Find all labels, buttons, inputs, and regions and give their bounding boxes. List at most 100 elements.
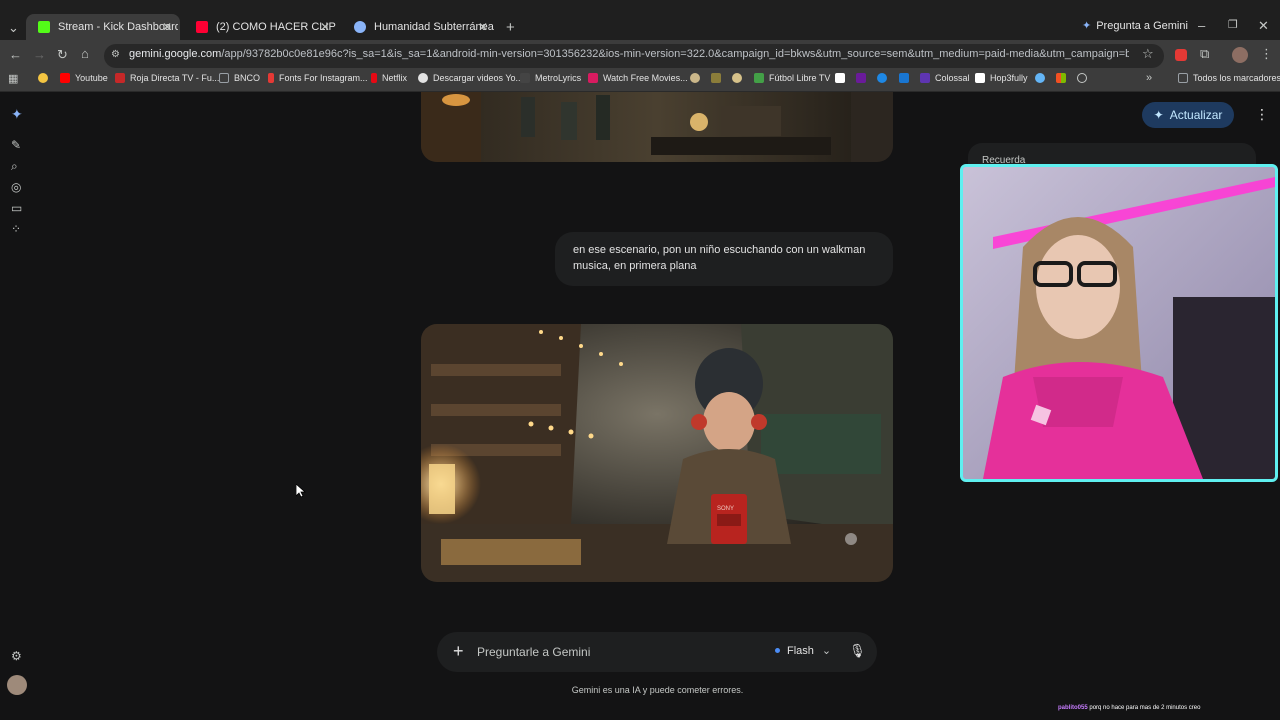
bookmark-label: Netflix (382, 73, 408, 83)
bookmark-label: Todos los marcadores (1193, 73, 1280, 83)
gemini-logo-icon[interactable]: ✦ (11, 106, 23, 123)
all-bookmarks[interactable]: Todos los marcadores (1178, 73, 1280, 83)
bookmark-watch-free[interactable]: Watch Free Movies... (588, 73, 688, 83)
bookmark-label: Watch Free Movies... (603, 73, 688, 83)
generated-image-previous[interactable] (421, 92, 893, 162)
microphone-icon[interactable]: 🎙 (849, 643, 866, 659)
profile-avatar[interactable] (1232, 47, 1248, 63)
bookmark-bnco[interactable]: BNCO (219, 73, 260, 83)
bookmark[interactable] (1077, 73, 1092, 83)
menu-icon[interactable]: ⋮ (1260, 46, 1273, 62)
search-icon[interactable]: ⌕ (11, 159, 18, 174)
tab-title: Stream - Kick Dashboard (58, 21, 178, 33)
bookmark-fonts[interactable]: Fonts For Instagram... (268, 73, 368, 83)
window-close-icon[interactable]: ✕ (1258, 18, 1269, 34)
new-chat-icon[interactable]: ✎ (11, 138, 21, 152)
site-icon (975, 73, 985, 83)
tab-title: (2) COMO HACER CLIPS DE TUS (216, 21, 336, 33)
model-label: Flash (787, 644, 814, 657)
library-icon[interactable]: ▭ (11, 201, 22, 215)
bookmark[interactable] (732, 73, 747, 83)
settings-icon[interactable]: ⚙ (11, 649, 22, 663)
bookmark-roja[interactable]: Roja Directa TV - Fu... (115, 73, 219, 83)
generated-image[interactable]: SONY (421, 324, 893, 582)
yahoo-icon (856, 73, 866, 83)
gems-icon[interactable]: ◎ (11, 180, 21, 194)
url-text[interactable]: gemini.google.com/app/93782b0c0e81e96c?i… (129, 48, 1129, 60)
url-path: /app/93782b0c0e81e96c?is_sa=1&is_sa=1&an… (221, 48, 1129, 60)
bookmark-netflix[interactable]: Netflix (371, 73, 407, 83)
site-icon (835, 73, 845, 83)
site-icon (268, 73, 274, 83)
extension-icon[interactable] (1175, 49, 1187, 61)
bookmark-hop3fully[interactable]: Hop3fully (975, 73, 1028, 83)
webcam-overlay (960, 164, 1278, 482)
upgrade-button[interactable]: ✦ Actualizar (1142, 102, 1234, 128)
bookmark[interactable] (877, 73, 892, 83)
bookmark-colossal[interactable]: Colossal (920, 73, 970, 83)
bookmark-label: MetroLyrics (535, 73, 582, 83)
bookmark[interactable] (1056, 73, 1071, 83)
bookmark-label: Roja Directa TV - Fu... (130, 73, 220, 83)
emoji-icon (38, 73, 48, 83)
tab-kick[interactable]: Stream - Kick Dashboard ✕ (26, 14, 180, 40)
tab-youtube[interactable]: (2) COMO HACER CLIPS DE TUS ✕ (184, 14, 338, 40)
site-info-icon[interactable]: ⚙ (111, 49, 120, 60)
back-icon[interactable]: ← (9, 47, 22, 62)
bookmark-star-icon[interactable]: ☆ (1142, 46, 1154, 62)
bookmark-label: Fútbol Libre TV (769, 73, 831, 83)
bookmark[interactable] (899, 73, 914, 83)
bookmark-futbol[interactable]: Fútbol Libre TV (754, 73, 830, 83)
close-icon[interactable]: ✕ (162, 20, 172, 34)
bookmark-youtube[interactable]: Youtube (60, 73, 108, 83)
close-icon[interactable]: ✕ (320, 20, 330, 34)
bookmark-descargar[interactable]: Descargar videos Yo... (418, 73, 523, 83)
tab-gemini[interactable]: Humanidad Subterránea Postap ✕ (342, 14, 496, 40)
site-icon (920, 73, 930, 83)
upgrade-label: Actualizar (1169, 108, 1223, 122)
more-options-icon[interactable]: ⋮ (1255, 106, 1269, 123)
bookmark-label: Colossal (935, 73, 970, 83)
home-icon[interactable]: ⌂ (81, 46, 89, 61)
site-icon (754, 73, 764, 83)
site-icon (115, 73, 125, 83)
bookmark-metrolyrics[interactable]: MetroLyrics (520, 73, 581, 83)
stream-chat-message: pablito055 porq no hace para mas de 2 mi… (1058, 705, 1200, 711)
webcam-feed (963, 167, 1275, 479)
site-icon (732, 73, 742, 83)
forward-icon[interactable]: → (33, 47, 46, 62)
model-dot-icon (775, 648, 780, 653)
restore-icon[interactable]: ❐ (1228, 18, 1238, 31)
site-icon (711, 73, 721, 83)
site-icon (418, 73, 428, 83)
gemini-spark-icon: ✦ (1082, 20, 1092, 32)
model-selector[interactable]: Flash ⌄ (775, 644, 831, 657)
site-icon (899, 73, 909, 83)
bookmark[interactable] (690, 73, 705, 83)
site-icon (1035, 73, 1045, 83)
tab-search-icon[interactable]: ⌄ (8, 20, 19, 36)
bookmark[interactable] (711, 73, 726, 83)
close-icon[interactable]: ✕ (478, 20, 488, 34)
ask-gemini-button[interactable]: ✦ Pregunta a Gemini (1082, 19, 1188, 33)
minimize-icon[interactable]: – (1198, 18, 1205, 33)
apps-grid-icon[interactable]: ▦ (8, 72, 18, 85)
site-icon (520, 73, 530, 83)
prompt-input[interactable]: + Preguntarle a Gemini Flash ⌄ 🎙 (437, 632, 877, 672)
bookmark[interactable] (1035, 73, 1050, 83)
bookmark-label: Youtube (75, 73, 108, 83)
user-prompt-bubble: en ese escenario, pon un niño escuchando… (555, 232, 893, 286)
reload-icon[interactable]: ↻ (57, 47, 68, 63)
bookmark[interactable] (856, 73, 871, 83)
folder-icon (219, 73, 229, 83)
chat-text: porq no hace para mas de 2 minutos creo (1089, 705, 1201, 711)
more-bookmarks-icon[interactable]: » (1146, 72, 1152, 84)
bookmark[interactable] (835, 73, 850, 83)
add-icon[interactable]: + (453, 641, 464, 662)
extensions-puzzle-icon[interactable]: ⧉ (1200, 46, 1209, 62)
ask-gemini-label: Pregunta a Gemini (1096, 19, 1188, 32)
new-tab-button[interactable]: + (506, 19, 515, 36)
netflix-icon (371, 73, 377, 83)
bookmark[interactable] (38, 73, 53, 83)
apps-icon[interactable]: ⁘ (11, 222, 21, 236)
